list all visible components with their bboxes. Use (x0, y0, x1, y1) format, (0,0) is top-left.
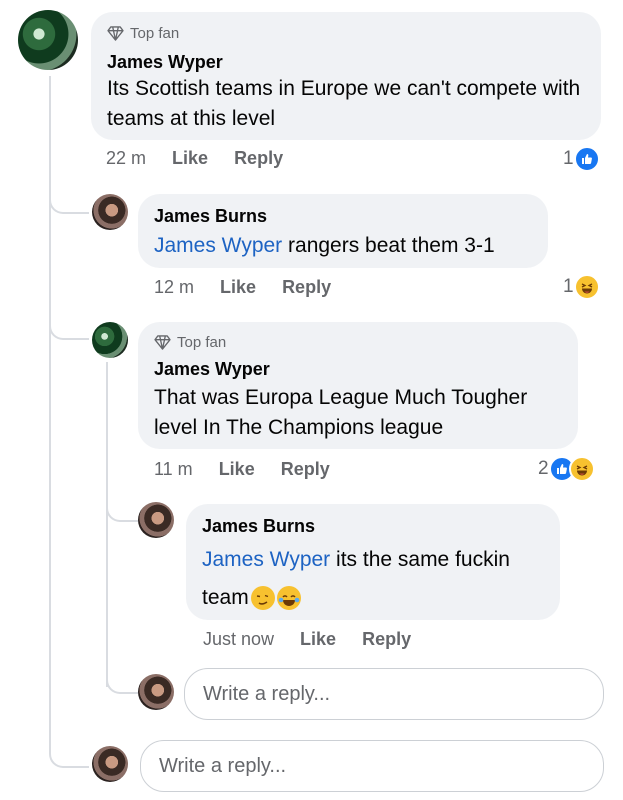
like-button[interactable]: Like (220, 277, 256, 298)
avatar[interactable] (138, 502, 174, 538)
comment-actions: Just now Like Reply (203, 629, 437, 650)
reply-button[interactable]: Reply (234, 148, 283, 169)
woozy-face-icon (250, 586, 275, 611)
comment-text: That was Europa League Much Tougher leve… (154, 383, 564, 443)
haha-icon (568, 456, 595, 482)
mention-link[interactable]: James Wyper (202, 548, 330, 571)
reply-button[interactable]: Reply (282, 277, 331, 298)
avatar (92, 746, 128, 782)
avatar[interactable] (92, 194, 128, 230)
thread-line-main (49, 76, 51, 746)
haha-icon (573, 274, 600, 300)
badge-label: Top fan (177, 334, 227, 351)
comment-body: its the same fuckin (330, 548, 510, 571)
comment-bubble: Top fan James Wyper Its Scottish teams i… (91, 12, 601, 140)
comment-bubble: James Burns James Wyper rangers beat the… (138, 194, 548, 268)
timestamp[interactable]: 11 m (154, 459, 193, 480)
like-button[interactable]: Like (219, 459, 255, 480)
comment-author[interactable]: James Wyper (107, 52, 223, 73)
comment-actions: 12 m Like Reply (154, 277, 357, 298)
comment-author[interactable]: James Burns (202, 516, 315, 537)
comment-body: Its Scottish teams in Europe we can't co… (107, 77, 581, 130)
tears-of-joy-icon (276, 586, 301, 611)
comment-author[interactable]: James Wyper (154, 359, 270, 380)
thread-curve-input-1 (106, 650, 138, 694)
reply-input-placeholder: Write a reply... (203, 682, 331, 705)
comment-text: James Wyper rangers beat them 3-1 (154, 231, 495, 261)
comment-author[interactable]: James Burns (154, 206, 267, 227)
comment-text: Its Scottish teams in Europe we can't co… (107, 74, 592, 134)
thread-line-nested (106, 362, 108, 687)
diamond-icon (154, 335, 171, 350)
comment-bubble: Top fan James Wyper That was Europa Leag… (138, 322, 578, 449)
like-icon (573, 146, 600, 172)
reply-input-placeholder: Write a reply... (159, 754, 287, 777)
avatar[interactable] (18, 10, 78, 70)
avatar (138, 674, 174, 710)
mention-link[interactable]: James Wyper (154, 234, 282, 257)
timestamp[interactable]: 22 m (106, 148, 146, 169)
reaction-count: 1 (563, 148, 574, 169)
reply-button[interactable]: Reply (362, 629, 411, 650)
thread-curve-input-2 (49, 720, 89, 768)
avatar[interactable] (92, 322, 128, 358)
diamond-icon (107, 26, 124, 41)
comment-body-continued: team (202, 586, 249, 609)
comment-body: rangers beat them 3-1 (282, 234, 495, 257)
reply-input[interactable]: Write a reply... (184, 668, 604, 720)
top-fan-badge: Top fan (154, 334, 226, 351)
comment-bubble: James Burns James Wyper its the same fuc… (186, 504, 560, 620)
like-button[interactable]: Like (172, 148, 208, 169)
reply-button[interactable]: Reply (281, 459, 330, 480)
badge-label: Top fan (130, 25, 180, 42)
reply-input[interactable]: Write a reply... (140, 740, 604, 792)
reaction-summary[interactable]: 1 (563, 274, 600, 300)
top-fan-badge: Top fan (107, 25, 179, 42)
comment-actions: 11 m Like Reply (154, 459, 356, 480)
thread-curve-reply-3 (106, 480, 138, 522)
comment-body: That was Europa League Much Tougher leve… (154, 386, 528, 439)
comment-text: James Wyper its the same fuckin team (202, 541, 552, 617)
thread-curve-reply-1 (49, 180, 89, 214)
reaction-count: 2 (538, 458, 549, 479)
reaction-summary[interactable]: 1 (563, 146, 600, 172)
reaction-count: 1 (563, 276, 574, 297)
timestamp[interactable]: Just now (203, 629, 274, 650)
timestamp[interactable]: 12 m (154, 277, 194, 298)
thread-curve-reply-2 (49, 300, 89, 340)
like-button[interactable]: Like (300, 629, 336, 650)
comment-actions: 22 m Like Reply (106, 148, 309, 169)
reaction-summary[interactable]: 2 (538, 456, 595, 482)
